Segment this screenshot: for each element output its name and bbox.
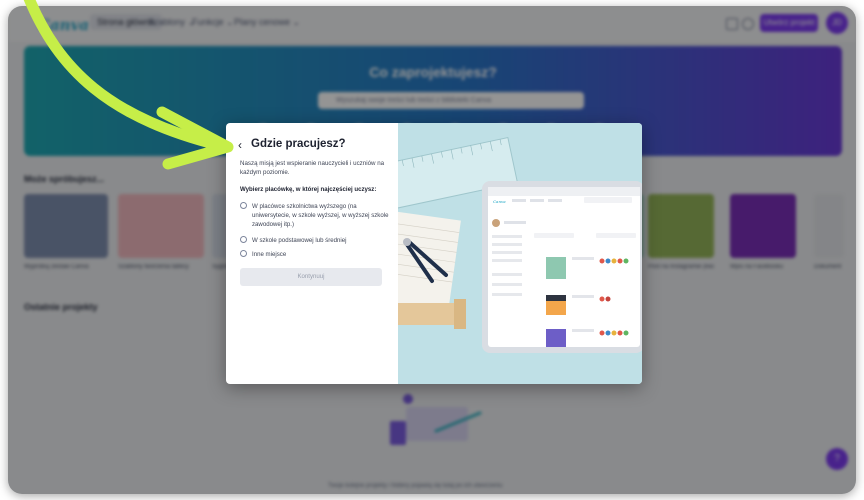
- option-other[interactable]: Inne miejsce: [240, 250, 390, 259]
- svg-text:Canva: Canva: [493, 199, 506, 204]
- radio-button[interactable]: [240, 250, 247, 257]
- workplace-dialog: ‹ Gdzie pracujesz? Naszą misją jest wspi…: [226, 123, 642, 384]
- option-label: W placówce szkolnictwa wyższego (na uniw…: [252, 203, 389, 228]
- dialog-description: Naszą misją jest wspieranie nauczycieli …: [240, 160, 385, 176]
- dialog-question: Wybierz placówkę, w której najczęściej u…: [240, 186, 377, 193]
- back-button[interactable]: ‹: [238, 138, 242, 152]
- option-label: W szkole podstawowej lub średniej: [252, 237, 347, 244]
- option-label: Inne miejsce: [252, 251, 287, 258]
- dialog-title: Gdzie pracujesz?: [251, 138, 346, 150]
- radio-button[interactable]: [240, 236, 247, 243]
- option-higher-education[interactable]: W placówce szkolnictwa wyższego (na uniw…: [240, 202, 390, 230]
- option-primary-secondary[interactable]: W szkole podstawowej lub średniej: [240, 236, 390, 245]
- desk-photo: Canva: [398, 123, 642, 384]
- dialog-illustration: Canva: [398, 123, 642, 384]
- continue-button[interactable]: Kontynuuj: [240, 268, 382, 286]
- screen-frame: Canva Strona główna Szablony ⌄ Funkcje ⌄…: [8, 6, 856, 494]
- dialog-form: ‹ Gdzie pracujesz? Naszą misją jest wspi…: [226, 123, 398, 384]
- radio-button[interactable]: [240, 202, 247, 209]
